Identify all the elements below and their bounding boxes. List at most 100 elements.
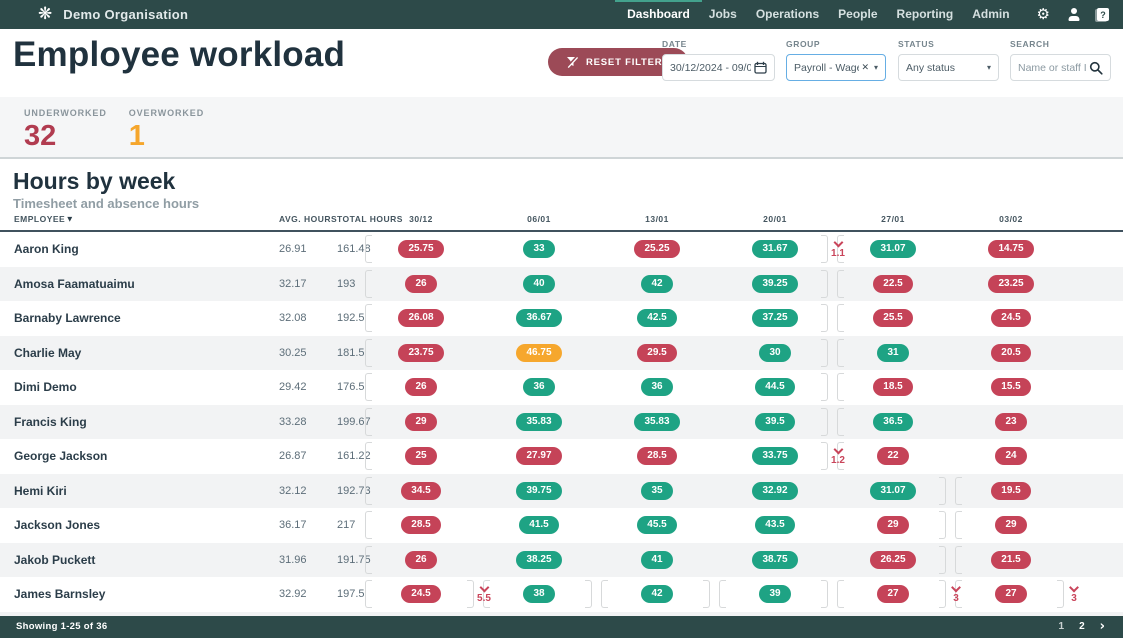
hours-pill[interactable]: 27 [995,585,1026,603]
hours-pill[interactable]: 28.5 [637,447,676,465]
table-row[interactable]: James Barnsley32.92197.524.55.5384239273… [0,577,1123,612]
status-select[interactable]: Any status [898,54,999,81]
table-row[interactable]: Jackson Jones36.1721728.541.545.543.5292… [0,508,1123,543]
hours-pill[interactable]: 25.5 [873,309,912,327]
chevron-down-icon[interactable] [874,63,878,72]
hours-pill[interactable]: 33 [523,240,554,258]
hours-pill[interactable]: 23 [995,413,1026,431]
column-header-week-3[interactable]: 13/01 [598,214,716,230]
table-row[interactable]: Barnaby Lawrence32.08192.526.0836.6742.5… [0,301,1123,336]
hours-pill[interactable]: 41.5 [519,516,558,534]
date-range-field[interactable] [662,54,775,81]
hours-pill[interactable]: 25 [405,447,436,465]
employee-name[interactable]: Dimi Demo [14,380,77,394]
hours-pill[interactable]: 26 [405,551,436,569]
page-button-1[interactable]: 1 [1059,621,1065,632]
employee-name[interactable]: Charlie May [14,346,81,360]
hours-pill[interactable]: 33.75 [752,447,797,465]
hours-pill[interactable]: 28.5 [401,516,440,534]
group-select[interactable]: Payroll - Wages ... [786,54,886,81]
hours-pill[interactable]: 20.5 [991,344,1030,362]
hours-pill[interactable]: 29 [995,516,1026,534]
hours-pill[interactable]: 42 [641,275,672,293]
nav-item-jobs[interactable]: Jobs [709,7,737,22]
column-header-total-hours[interactable]: TOTAL HOURS [319,214,362,230]
hours-pill[interactable]: 36 [641,378,672,396]
hours-pill[interactable]: 36.67 [516,309,561,327]
search-input[interactable] [1018,62,1089,74]
search-field[interactable] [1010,54,1111,81]
hours-pill[interactable]: 15.5 [991,378,1030,396]
hours-pill[interactable]: 37.25 [752,309,797,327]
employee-name[interactable]: Francis King [14,415,87,429]
chevron-down-icon[interactable] [987,63,991,72]
hours-pill[interactable]: 45.5 [637,516,676,534]
hours-pill[interactable]: 35 [641,482,672,500]
hours-pill[interactable]: 27.97 [516,447,561,465]
employee-name[interactable]: James Barnsley [14,587,105,601]
hours-pill[interactable]: 46.75 [516,344,561,362]
gear-icon[interactable]: ⚙ [1037,7,1050,22]
hours-pill[interactable]: 36 [523,378,554,396]
column-header-week-2[interactable]: 06/01 [480,214,598,230]
hours-pill[interactable]: 32.92 [752,482,797,500]
hours-pill[interactable]: 38.75 [752,551,797,569]
hours-pill[interactable]: 24.5 [401,585,440,603]
hours-pill[interactable]: 34.5 [401,482,440,500]
table-row[interactable]: Francis King33.28199.672935.8335.8339.53… [0,405,1123,440]
hours-pill[interactable]: 39.75 [516,482,561,500]
hours-pill[interactable]: 23.75 [398,344,443,362]
hours-pill[interactable]: 18.5 [873,378,912,396]
employee-name[interactable]: Hemi Kiri [14,484,67,498]
employee-name[interactable]: George Jackson [14,449,107,463]
nav-item-admin[interactable]: Admin [972,7,1009,22]
table-row[interactable]: Amosa Faamatuaimu32.1719326404239.2522.5… [0,267,1123,302]
column-header-week-4[interactable]: 20/01 [716,214,834,230]
hours-pill[interactable]: 26.08 [398,309,443,327]
search-icon[interactable] [1089,61,1103,75]
hours-pill[interactable]: 42.5 [637,309,676,327]
hours-pill[interactable]: 31.07 [870,240,915,258]
hours-pill[interactable]: 25.75 [398,240,443,258]
page-button-2[interactable]: 2 [1079,621,1085,632]
hours-pill[interactable]: 26 [405,275,436,293]
hours-pill[interactable]: 41 [641,551,672,569]
column-header-employee[interactable]: EMPLOYEE [0,214,262,230]
table-row[interactable]: Charlie May30.25181.523.7546.7529.530312… [0,336,1123,371]
help-icon[interactable]: ? [1097,8,1109,21]
hours-pill[interactable]: 14.75 [988,240,1033,258]
hours-pill[interactable]: 39.5 [755,413,794,431]
employee-name[interactable]: Jakob Puckett [14,553,95,567]
table-row[interactable]: George Jackson26.87161.222527.9728.533.7… [0,439,1123,474]
nav-item-people[interactable]: People [838,7,877,22]
hours-pill[interactable]: 40 [523,275,554,293]
hours-pill[interactable]: 22.5 [873,275,912,293]
nav-item-dashboard[interactable]: Dashboard [627,7,690,22]
column-header-week-1[interactable]: 30/12 [362,214,480,230]
table-row[interactable]: Dimi Demo29.42176.526363644.518.515.5 [0,370,1123,405]
hours-pill[interactable]: 31.07 [870,482,915,500]
hours-pill[interactable]: 26.25 [870,551,915,569]
table-row[interactable]: Aaron King26.91161.4825.753325.2531.671.… [0,232,1123,267]
calendar-icon[interactable] [754,61,767,74]
user-icon[interactable] [1067,8,1080,21]
nav-item-operations[interactable]: Operations [756,7,819,22]
column-header-avg-hours[interactable]: AVG. HOURS [262,214,319,230]
employee-name[interactable]: Amosa Faamatuaimu [14,277,135,291]
column-header-week-6[interactable]: 03/02 [952,214,1070,230]
hours-pill[interactable]: 24.5 [991,309,1030,327]
hours-pill[interactable]: 35.83 [634,413,679,431]
table-row[interactable]: Hemi Kiri32.12192.7334.539.753532.9231.0… [0,474,1123,509]
hours-pill[interactable]: 36.5 [873,413,912,431]
hours-pill[interactable]: 19.5 [991,482,1030,500]
table-row[interactable]: Jakob Puckett31.96191.752638.254138.7526… [0,543,1123,578]
hours-pill[interactable]: 29 [405,413,436,431]
hours-pill[interactable]: 22 [877,447,908,465]
hours-pill[interactable]: 42 [641,585,672,603]
hours-pill[interactable]: 39.25 [752,275,797,293]
employee-name[interactable]: Jackson Jones [14,518,100,532]
hours-pill[interactable]: 23.25 [988,275,1033,293]
snowflake-logo-icon[interactable]: ❋ [38,6,52,23]
next-page-icon[interactable] [1100,620,1105,633]
clear-group-icon[interactable] [861,63,869,73]
